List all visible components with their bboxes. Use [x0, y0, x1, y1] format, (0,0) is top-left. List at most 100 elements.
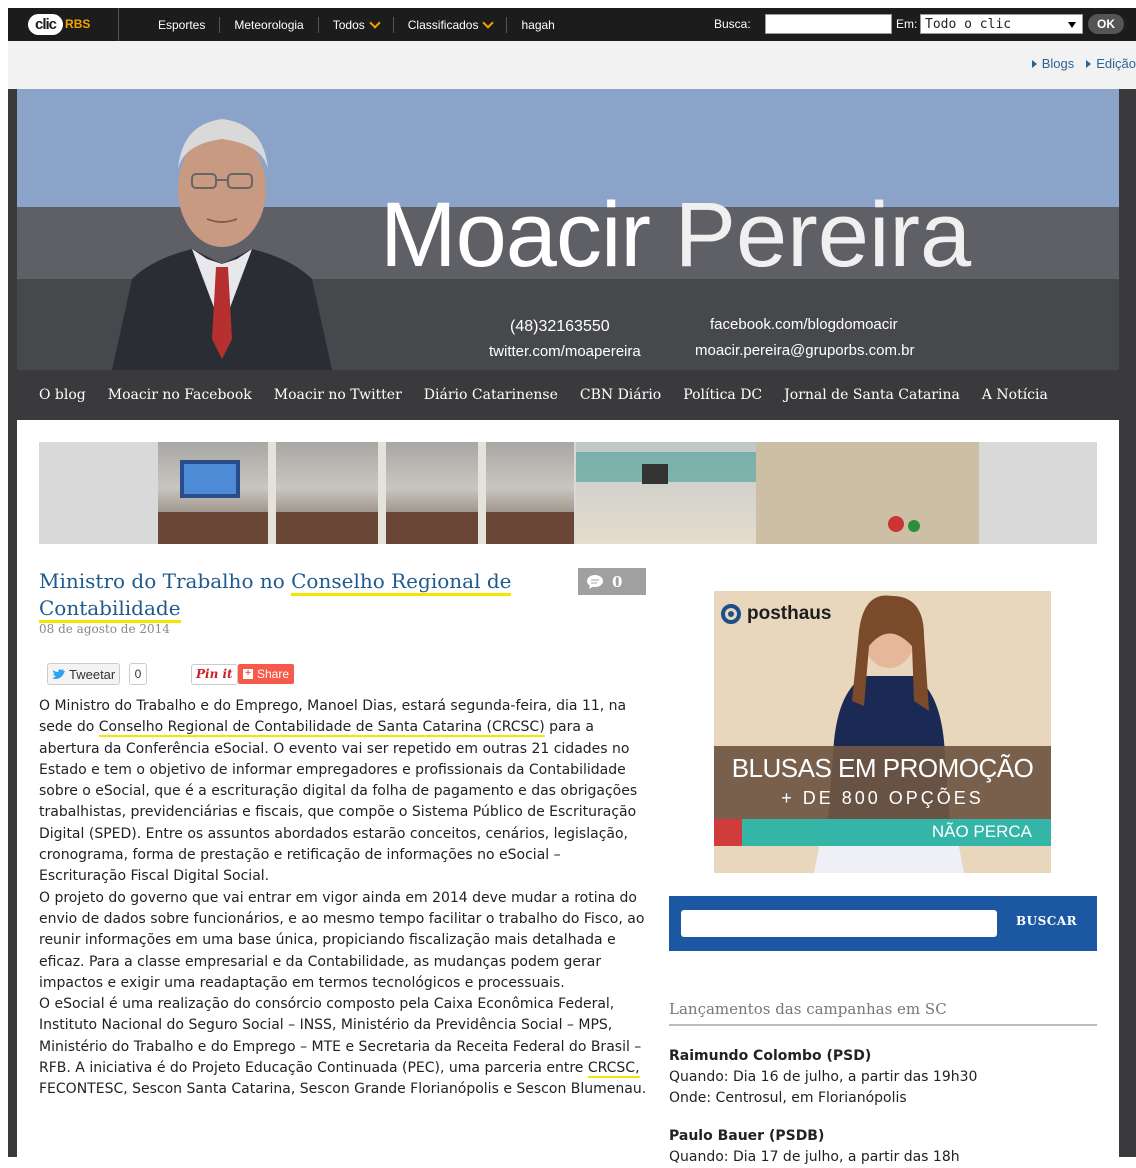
posthaus-ad[interactable]: posthaus BLUSAS EM PROMOÇÃO + DE 800 OPÇ…	[714, 591, 1051, 873]
header-email[interactable]: moacir.pereira@gruporbs.com.br	[695, 342, 914, 359]
campaign-name: Raimundo Colombo (PSD)	[669, 1048, 872, 1064]
tweet-count: 0	[129, 663, 147, 685]
main-nav-item[interactable]: Jornal de Santa Catarina	[773, 387, 971, 403]
ad-accent-red	[714, 819, 742, 846]
content-area: Ministro do Trabalho no Conselho Regiona…	[17, 420, 1119, 1165]
sub-link-label: Edição	[1096, 56, 1136, 71]
header-facebook[interactable]: facebook.com/blogdomoacir	[710, 316, 898, 333]
top-nav-label: hagah	[521, 17, 555, 32]
triangle-right-icon	[1031, 60, 1037, 68]
header-twitter[interactable]: twitter.com/moapereira	[489, 343, 641, 360]
scope-select[interactable]: Todo o clic	[920, 14, 1083, 34]
post-date: 08 de agosto de 2014	[39, 622, 170, 636]
top-nav-item-hagah[interactable]: hagah	[507, 17, 568, 33]
scope-select-value: Todo o clic	[925, 17, 1012, 32]
comment-count-badge[interactable]: 0	[578, 568, 646, 595]
sub-link-label: Blogs	[1041, 56, 1075, 71]
buscar-button[interactable]: BUSCAR	[1016, 914, 1077, 928]
sidebar-section-title: Lançamentos das campanhas em SC	[669, 1000, 1097, 1026]
logo-clic-text: clic	[28, 13, 64, 35]
em-label: Em:	[896, 17, 918, 31]
sidebar-search: BUSCAR	[669, 896, 1097, 951]
post-text: para a abertura da Conferência eSocial. …	[39, 719, 638, 885]
main-nav-item[interactable]: Diário Catarinense	[413, 387, 569, 403]
sub-link-edicao[interactable]: Edição	[1086, 56, 1136, 71]
sidebar-search-input[interactable]	[681, 910, 997, 937]
post-text: FECONTESC, Sescon Santa Catarina, Sescon…	[39, 1081, 647, 1098]
comment-count: 0	[612, 572, 623, 591]
top-bar: clic RBS Esportes Meteorologia Todos Cla…	[8, 8, 1136, 41]
top-nav-item-meteorologia[interactable]: Meteorologia	[220, 16, 319, 33]
top-nav-item-classificados[interactable]: Classificados	[394, 16, 508, 33]
sub-bar: Blogs Edição	[8, 41, 1136, 89]
post-text-highlight: Conselho Regional de Contabilidade de Sa…	[98, 719, 545, 738]
post-paragraph: O Ministro do Trabalho e do Emprego, Man…	[39, 696, 651, 888]
busca-label: Busca:	[714, 17, 751, 31]
share-button[interactable]: + Share	[238, 664, 295, 684]
busca-input[interactable]	[765, 14, 892, 34]
campaign-where: Onde: Centrosul, em Florianópolis	[669, 1090, 907, 1106]
banner-image-gym	[576, 442, 979, 544]
blog-title-bold: Moacir	[380, 184, 651, 286]
post-title-highlight: Contabilidade	[39, 596, 181, 623]
blog-title: Moacir Pereira	[380, 189, 971, 281]
campaign-item: Raimundo Colombo (PSD) Quando: Dia 16 de…	[669, 1046, 1097, 1109]
banner-image-gym-art	[576, 442, 979, 544]
top-nav-label: Esportes	[158, 17, 206, 32]
posthaus-logo: posthaus	[721, 603, 831, 625]
author-portrait	[112, 119, 332, 370]
share-label: Share	[257, 667, 290, 681]
ok-button[interactable]: OK	[1088, 14, 1124, 34]
campaign-item: Paulo Bauer (PSDB) Quando: Dia 17 de jul…	[669, 1126, 1097, 1168]
post-title-text: Ministro do Trabalho no	[39, 569, 292, 593]
main-nav-item[interactable]: O blog	[17, 387, 97, 403]
posthaus-logo-text: posthaus	[747, 603, 832, 624]
ad-headline: BLUSAS EM PROMOÇÃO	[731, 753, 1034, 783]
post-body: O Ministro do Trabalho e do Emprego, Man…	[39, 696, 651, 1101]
campaign-when: Quando: Dia 17 de julho, a partir das 18…	[669, 1149, 960, 1165]
main-nav-item[interactable]: Moacir no Facebook	[97, 387, 263, 403]
tweet-label: Tweetar	[69, 666, 116, 682]
main-nav-item[interactable]: A Notícia	[971, 387, 1059, 403]
top-nav-label: Todos	[332, 17, 365, 32]
top-nav-label: Classificados	[407, 17, 479, 32]
top-nav-label: Meteorologia	[234, 17, 304, 32]
dropdown-arrow-icon	[1068, 22, 1076, 28]
post-text-highlight: CRCSC,	[587, 1060, 640, 1079]
main-nav: O blog Moacir no Facebook Moacir no Twit…	[17, 370, 1119, 420]
banner-image-cinema-art	[158, 442, 574, 544]
top-nav-item-esportes[interactable]: Esportes	[144, 16, 221, 33]
tweet-button[interactable]: Tweetar	[47, 663, 121, 685]
chevron-down-icon	[482, 16, 495, 29]
post-text: O eSocial é uma realização do consórcio …	[39, 996, 642, 1077]
comment-bubble-icon	[587, 574, 603, 589]
main-nav-item[interactable]: Política DC	[672, 387, 773, 403]
main-nav-item[interactable]: CBN Diário	[569, 387, 672, 403]
top-nav-item-todos[interactable]: Todos	[319, 16, 394, 33]
post-paragraph: O eSocial é uma realização do consórcio …	[39, 994, 651, 1100]
blog-header[interactable]: Moacir Pereira (48)32163550 twitter.com/…	[17, 89, 1119, 370]
ad-subline: + DE 800 OPÇÕES	[781, 788, 984, 808]
triangle-right-icon	[1086, 60, 1092, 68]
header-phone: (48)32163550	[510, 318, 610, 335]
top-banner-ad[interactable]	[39, 442, 1097, 544]
pin-it-button[interactable]: Pin it	[191, 664, 238, 685]
page-wrapper: Moacir Pereira (48)32163550 twitter.com/…	[8, 89, 1136, 1165]
divider	[118, 8, 119, 41]
post-title-highlight: Conselho Regional de	[291, 569, 512, 596]
banner-image-cinema	[158, 442, 574, 544]
blog-title-light: Pereira	[674, 184, 972, 286]
chevron-down-icon	[369, 16, 381, 29]
logo-rbs-text: RBS	[65, 17, 91, 31]
posthaus-logo-icon	[721, 604, 741, 624]
main-nav-item[interactable]: Moacir no Twitter	[263, 387, 413, 403]
plus-icon: +	[243, 669, 253, 679]
sub-link-blogs[interactable]: Blogs	[1031, 56, 1075, 71]
campaign-name: Paulo Bauer (PSDB)	[669, 1128, 825, 1144]
ad-cta: NÃO PERCA	[931, 822, 1032, 841]
clicrbs-logo[interactable]: clic RBS	[28, 11, 90, 37]
campaign-when: Quando: Dia 16 de julho, a partir das 19…	[669, 1069, 978, 1085]
post-title[interactable]: Ministro do Trabalho no Conselho Regiona…	[39, 568, 539, 623]
sub-links: Blogs Edição	[1031, 56, 1136, 71]
post-paragraph: O projeto do governo que vai entrar em v…	[39, 889, 645, 991]
